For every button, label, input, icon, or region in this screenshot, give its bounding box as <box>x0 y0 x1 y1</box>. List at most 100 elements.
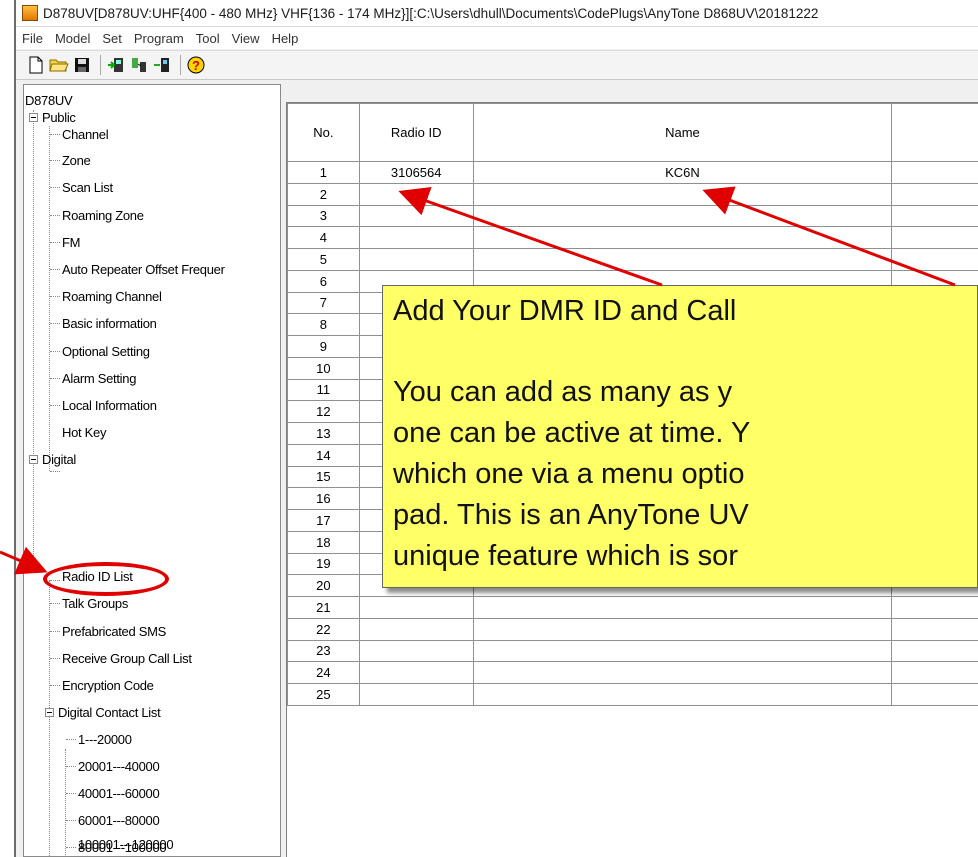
name-cell[interactable] <box>472 683 893 706</box>
save-icon[interactable] <box>72 55 92 75</box>
tree-item-hot-key[interactable]: Hot Key <box>62 425 106 441</box>
column-header-radio-id[interactable]: Radio ID <box>358 103 474 162</box>
tree-branch <box>50 603 60 604</box>
radio-id-cell[interactable] <box>358 182 474 206</box>
radio-id-cell[interactable] <box>358 617 474 641</box>
app-icon <box>22 5 38 21</box>
table-row[interactable]: 23 <box>287 639 978 663</box>
tree-item-alarm-setting[interactable]: Alarm Setting <box>62 371 136 387</box>
collapse-icon[interactable] <box>45 708 54 717</box>
new-icon[interactable] <box>26 55 46 75</box>
radio-id-cell[interactable] <box>358 661 474 684</box>
name-cell[interactable] <box>472 204 893 228</box>
radio-id-cell[interactable] <box>358 639 474 663</box>
collapse-icon[interactable] <box>29 113 38 122</box>
radio-id-cell[interactable] <box>358 226 474 249</box>
column-header-no[interactable]: No. <box>287 103 360 162</box>
tree-item-optional-setting[interactable]: Optional Setting <box>62 344 150 360</box>
column-header-name[interactable]: Name <box>472 103 893 162</box>
extra-cell[interactable] <box>891 161 978 184</box>
tree-node-digital[interactable]: Digital <box>42 452 76 468</box>
radio-id-cell[interactable] <box>358 204 474 228</box>
collapse-icon[interactable] <box>29 455 38 464</box>
extra-cell[interactable] <box>891 182 978 206</box>
tree-item-channel[interactable]: Channel <box>62 127 109 143</box>
tree-item-contact-range[interactable]: 40001---60000 <box>78 786 160 802</box>
name-cell[interactable] <box>472 617 893 641</box>
tree-item-local-information[interactable]: Local Information <box>62 398 157 414</box>
tree-branch <box>50 631 60 632</box>
tree-item-roaming-channel[interactable]: Roaming Channel <box>62 289 162 305</box>
extra-cell[interactable] <box>891 596 978 619</box>
menu-program[interactable]: Program <box>128 31 190 46</box>
menu-set[interactable]: Set <box>96 31 128 46</box>
tree-item-encryption-code[interactable]: Encryption Code <box>62 678 154 694</box>
tree-item-contact-range[interactable]: 60001---80000 <box>78 813 160 829</box>
tree-branch <box>50 685 60 686</box>
table-header-row: No. Radio ID Name <box>287 103 978 162</box>
callout-line: unique feature which is sor <box>393 540 738 572</box>
tree-branch <box>50 471 60 472</box>
help-icon[interactable]: ? <box>186 55 206 75</box>
table-row[interactable]: 4 <box>287 226 978 249</box>
tree-item-zone[interactable]: Zone <box>62 153 91 169</box>
row-number-cell: 19 <box>287 552 360 576</box>
table-row[interactable]: 2 <box>287 182 978 206</box>
menu-file[interactable]: File <box>16 31 49 46</box>
name-cell[interactable] <box>472 596 893 619</box>
menu-view[interactable]: View <box>226 31 266 46</box>
extra-cell[interactable] <box>891 639 978 663</box>
tree-item-contact-range[interactable]: 100001---120000 <box>78 837 174 853</box>
name-cell[interactable] <box>472 248 893 271</box>
name-cell[interactable]: KC6N <box>472 161 893 184</box>
row-number-cell: 8 <box>287 313 360 336</box>
device-icon[interactable] <box>152 55 172 75</box>
extra-cell[interactable] <box>891 617 978 641</box>
extra-cell[interactable] <box>891 683 978 706</box>
table-row[interactable]: 22 <box>287 617 978 641</box>
tree-item-prefabricated-sms[interactable]: Prefabricated SMS <box>62 624 166 640</box>
tree-root[interactable]: D878UV <box>25 93 73 109</box>
tree-item-contact-range[interactable]: 1---20000 <box>78 732 132 748</box>
table-row[interactable]: 1 3106564 KC6N <box>287 161 978 184</box>
tree-item-receive-group-call-list[interactable]: Receive Group Call List <box>62 651 192 667</box>
menu-model[interactable]: Model <box>49 31 96 46</box>
tree-branch <box>50 215 60 216</box>
extra-cell[interactable] <box>891 661 978 684</box>
tree-item-basic-information[interactable]: Basic information <box>62 316 157 332</box>
tree-item-scan-list[interactable]: Scan List <box>62 180 113 196</box>
table-row[interactable]: 24 <box>287 661 978 684</box>
radio-id-cell[interactable]: 3106564 <box>358 161 474 184</box>
write-radio-icon[interactable] <box>129 55 149 75</box>
tree-item-fm[interactable]: FM <box>62 235 80 251</box>
extra-cell[interactable] <box>891 226 978 249</box>
table-row[interactable]: 25 <box>287 683 978 706</box>
tree-item-auto-repeater-offset[interactable]: Auto Repeater Offset Frequer <box>62 262 225 278</box>
table-row[interactable]: 21 <box>287 596 978 619</box>
open-icon[interactable] <box>49 55 69 75</box>
tree-item-roaming-zone[interactable]: Roaming Zone <box>62 208 144 224</box>
extra-cell[interactable] <box>891 248 978 271</box>
radio-id-cell[interactable] <box>358 683 474 706</box>
radio-id-cell[interactable] <box>358 248 474 271</box>
read-radio-icon[interactable] <box>106 55 126 75</box>
tree-node-public[interactable]: Public <box>42 110 76 126</box>
tree-item-talk-groups[interactable]: Talk Groups <box>62 596 128 612</box>
table-row[interactable]: 5 <box>287 248 978 271</box>
name-cell[interactable] <box>472 226 893 249</box>
name-cell[interactable] <box>472 639 893 663</box>
extra-cell[interactable] <box>891 204 978 228</box>
callout-line: which one via a menu optio <box>393 458 745 490</box>
tree-item-contact-range[interactable]: 20001---40000 <box>78 759 160 775</box>
highlight-ellipse <box>43 562 169 596</box>
table-row[interactable]: 3 <box>287 204 978 228</box>
menu-help[interactable]: Help <box>266 31 305 46</box>
tree-node-digital-contact-list[interactable]: Digital Contact List <box>58 705 161 721</box>
menu-tool[interactable]: Tool <box>190 31 226 46</box>
window-title: D878UV[D878UV:UHF{400 - 480 MHz} VHF{136… <box>43 5 819 21</box>
name-cell[interactable] <box>472 182 893 206</box>
name-cell[interactable] <box>472 661 893 684</box>
navigation-tree[interactable]: D878UV Public Channel Zone Scan List Roa… <box>23 84 281 857</box>
callout-line: Add Your DMR ID and Call <box>393 295 737 327</box>
radio-id-cell[interactable] <box>358 596 474 619</box>
